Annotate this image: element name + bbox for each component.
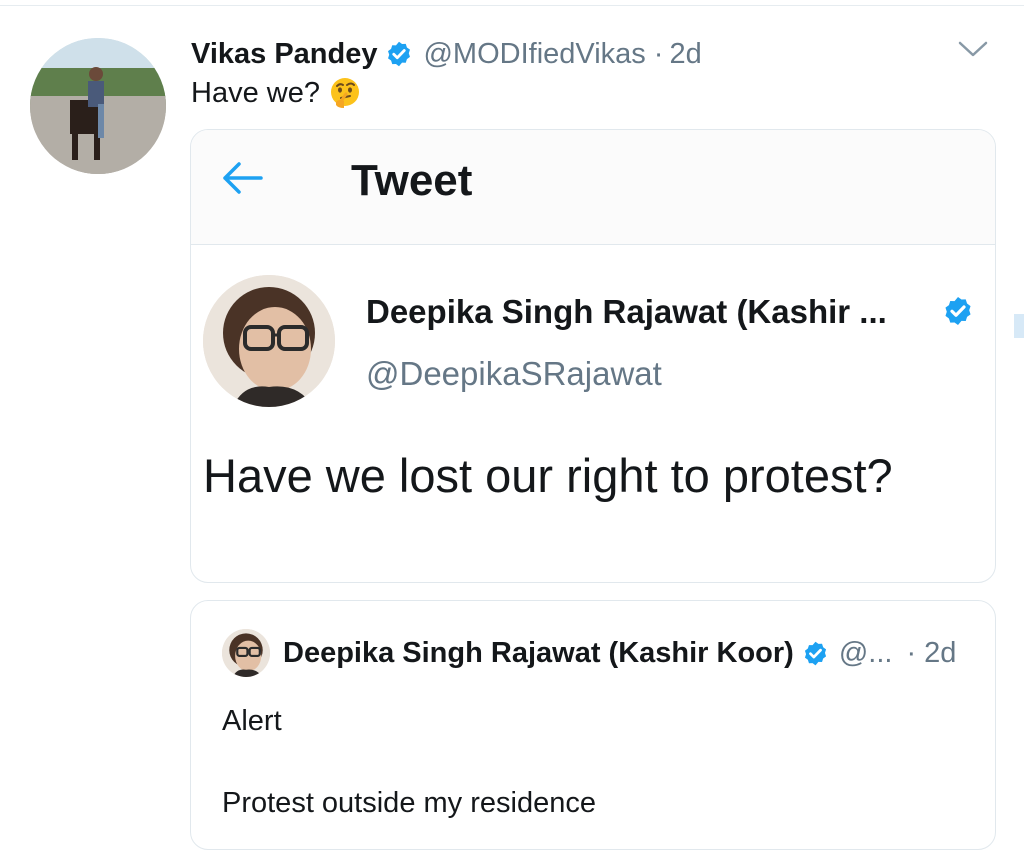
verified-badge-icon	[945, 297, 971, 325]
author-handle[interactable]: @MODIfiedVikas	[423, 38, 645, 71]
top-divider	[0, 5, 1024, 6]
back-arrow-icon[interactable]	[219, 160, 265, 196]
card-title: Tweet	[351, 156, 473, 205]
quoted-tweet-header: Deepika Singh Rajawat (Kashir Koor) @...…	[283, 633, 956, 673]
card-author-name: Deepika Singh Rajawat (Kashir ...	[366, 293, 887, 330]
tweet-header: Vikas Pandey @MODIfiedVikas · 2d	[191, 34, 702, 74]
card-header: Tweet	[191, 130, 995, 245]
tweet-body: Have we?	[191, 76, 320, 109]
card-author-handle: @DeepikaSRajawat	[366, 355, 662, 392]
quoted-tweet-line-1: Alert	[222, 705, 282, 737]
scroll-indicator	[1014, 314, 1024, 338]
quoted-author-name[interactable]: Deepika Singh Rajawat (Kashir Koor)	[283, 637, 794, 670]
tweet-text: Have we?	[191, 76, 362, 110]
quoted-tweet-line-2: Protest outside my residence	[222, 787, 596, 819]
verified-badge-icon	[804, 641, 826, 665]
author-name[interactable]: Vikas Pandey	[191, 38, 377, 71]
quoted-author-avatar[interactable]	[222, 629, 270, 677]
tweet-time[interactable]: 2d	[669, 38, 701, 71]
verified-badge-icon	[388, 41, 411, 67]
separator-dot: ·	[653, 37, 664, 70]
embedded-screenshot-card[interactable]: Tweet Deepika Singh Rajawat (Kashir ... …	[190, 129, 996, 583]
thinking-face-emoji-icon	[330, 78, 359, 108]
author-avatar[interactable]	[30, 38, 166, 174]
quoted-tweet-time[interactable]: · 2d	[906, 637, 956, 670]
card-tweet-text: Have we lost our right to protest?	[203, 449, 893, 502]
deepika-avatar[interactable]	[203, 275, 335, 407]
quoted-author-handle[interactable]: @...	[839, 637, 893, 670]
quoted-tweet-card[interactable]: Deepika Singh Rajawat (Kashir Koor) @...…	[190, 600, 996, 850]
chevron-down-icon[interactable]	[956, 38, 990, 60]
